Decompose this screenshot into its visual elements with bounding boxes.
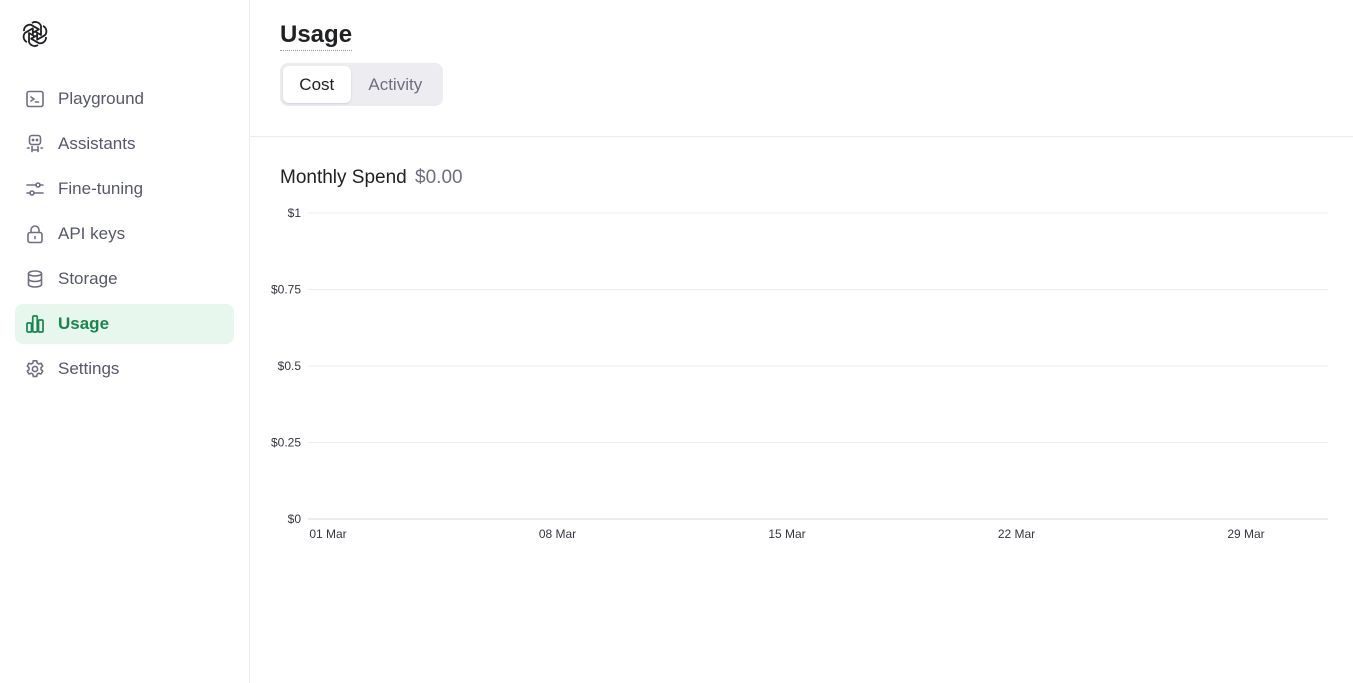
terminal-icon <box>25 89 45 109</box>
y-tick-label: $0.75 <box>271 283 301 297</box>
lock-icon <box>25 224 45 244</box>
main-content: Usage Cost Activity Monthly Spend $0.00 … <box>250 0 1353 683</box>
sidebar: Playground Assistants Fine-tuning API ke… <box>0 0 250 683</box>
gear-icon <box>25 359 45 379</box>
sidebar-item-storage[interactable]: Storage <box>15 259 234 299</box>
database-icon <box>25 269 45 289</box>
page-title: Usage <box>280 20 353 51</box>
y-tick-label: $0.25 <box>271 436 301 450</box>
tab-activity[interactable]: Activity <box>351 66 440 103</box>
usage-tabs: Cost Activity <box>280 63 443 106</box>
x-tick-label: 01 Mar <box>309 527 346 541</box>
x-tick-label: 08 Mar <box>539 527 576 541</box>
sidebar-nav: Playground Assistants Fine-tuning API ke… <box>15 79 234 394</box>
sidebar-item-settings[interactable]: Settings <box>15 349 234 389</box>
sidebar-item-usage[interactable]: Usage <box>15 304 234 344</box>
sidebar-item-api-keys[interactable]: API keys <box>15 214 234 254</box>
divider <box>250 136 1353 137</box>
robot-icon <box>25 134 45 154</box>
monthly-spend: Monthly Spend $0.00 <box>280 166 463 190</box>
sidebar-item-label: Fine-tuning <box>58 179 144 198</box>
y-tick-label: $0 <box>288 512 302 526</box>
openai-logo-icon[interactable] <box>19 18 51 50</box>
x-tick-label: 15 Mar <box>768 527 805 541</box>
sidebar-item-label: Settings <box>58 359 120 378</box>
app-window: Playground Assistants Fine-tuning API ke… <box>0 0 1353 683</box>
x-tick-label: 22 Mar <box>998 527 1035 541</box>
y-tick-label: $1 <box>288 206 302 220</box>
sliders-icon <box>25 179 45 199</box>
x-tick-label: 29 Mar <box>1227 527 1264 541</box>
sidebar-item-playground[interactable]: Playground <box>15 79 234 119</box>
sidebar-item-label: API keys <box>58 224 126 243</box>
monthly-spend-value: $0.00 <box>415 167 463 188</box>
sidebar-item-label: Storage <box>58 269 118 288</box>
tab-cost[interactable]: Cost <box>283 66 351 103</box>
sidebar-item-fine-tuning[interactable]: Fine-tuning <box>15 169 234 209</box>
monthly-spend-chart: $0 $0.25 $0.5 $0.75 $1 01 Mar 08 Mar 15 Mar 22 M… <box>271 206 1328 541</box>
sidebar-item-assistants[interactable]: Assistants <box>15 124 234 164</box>
bar-chart-icon <box>25 314 45 334</box>
sidebar-item-label: Playground <box>58 89 145 108</box>
y-tick-label: $0.5 <box>278 359 302 373</box>
monthly-spend-label: Monthly Spend <box>280 167 407 188</box>
sidebar-item-label: Assistants <box>58 134 136 153</box>
sidebar-item-label: Usage <box>58 314 110 333</box>
